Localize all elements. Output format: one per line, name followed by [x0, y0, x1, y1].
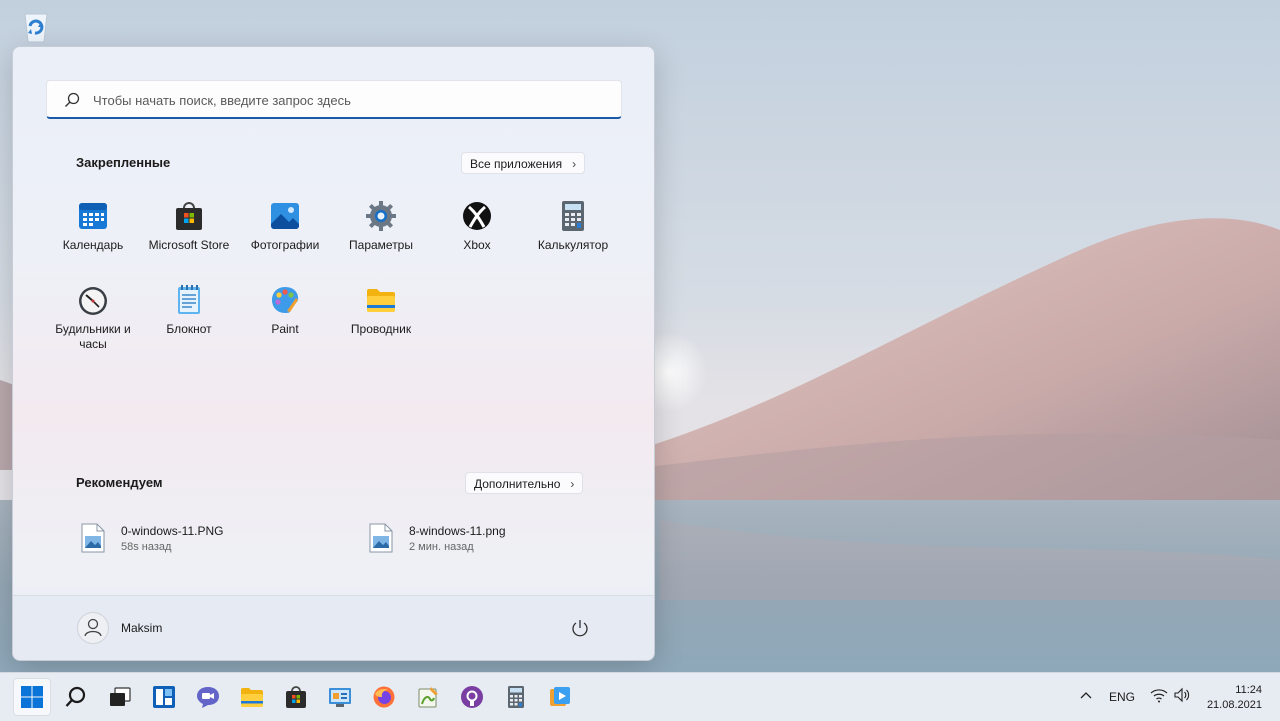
notepad-icon — [173, 284, 205, 316]
task-view-button[interactable] — [101, 678, 139, 716]
github-button[interactable] — [453, 678, 491, 716]
language-indicator[interactable]: ENG — [1109, 690, 1135, 704]
user-icon — [84, 618, 102, 637]
recommended-file-time: 58s назад — [121, 541, 172, 553]
folder-icon — [365, 284, 397, 316]
more-label: Дополнительно — [474, 477, 561, 491]
github-icon — [460, 685, 484, 709]
pinned-app-microsoft-store[interactable]: Microsoft Store — [141, 200, 237, 276]
notepad-plus-icon — [416, 685, 440, 709]
recommended-file-name: 0-windows-11.PNG — [121, 524, 224, 538]
media-player-icon — [548, 685, 572, 709]
search-icon — [64, 685, 88, 709]
paint-icon — [269, 284, 301, 316]
pinned-app-notepad[interactable]: Блокнот — [141, 284, 237, 360]
settings-icon — [365, 200, 397, 232]
store-icon — [173, 200, 205, 232]
calculator-icon — [504, 685, 528, 709]
pinned-app-settings[interactable]: Параметры — [333, 200, 429, 276]
avatar[interactable] — [77, 612, 109, 644]
app-label: Параметры — [349, 238, 413, 252]
app-label: Блокнот — [166, 322, 212, 336]
app-label: Фотографии — [250, 238, 320, 252]
file-explorer-button[interactable] — [233, 678, 271, 716]
app-label: Проводник — [350, 322, 412, 336]
wifi-icon[interactable] — [1150, 687, 1168, 708]
taskbar-store-button[interactable] — [277, 678, 315, 716]
image-file-icon — [81, 523, 105, 553]
app-label: Xbox — [463, 238, 491, 252]
start-menu: Закрепленные Все приложения › Календарь — [12, 46, 655, 661]
start-button[interactable] — [13, 678, 51, 716]
recommended-file-time: 2 мин. назад — [409, 541, 474, 553]
pinned-app-photos[interactable]: Фотографии — [237, 200, 333, 276]
chat-icon — [196, 685, 220, 709]
calculator-icon — [557, 200, 589, 232]
clock[interactable]: 11:24 21.08.2021 — [1207, 683, 1262, 713]
user-bar: Maksim — [13, 595, 654, 660]
taskbar-calculator-button[interactable] — [497, 678, 535, 716]
notepad-plus-button[interactable] — [409, 678, 447, 716]
search-input[interactable] — [91, 81, 615, 119]
app-label: Календарь — [62, 238, 124, 252]
pinned-app-calendar[interactable]: Календарь — [45, 200, 141, 276]
recommended-title: Рекомендуем — [76, 475, 163, 490]
control-panel-button[interactable] — [321, 678, 359, 716]
chevron-right-icon: › — [572, 157, 577, 171]
app-label: Microsoft Store — [148, 238, 230, 252]
pinned-app-paint[interactable]: Paint — [237, 284, 333, 360]
calendar-icon — [77, 200, 109, 232]
more-button[interactable]: Дополнительно › — [465, 472, 584, 494]
clock-time: 11:24 — [1235, 684, 1262, 696]
pinned-app-calculator[interactable]: Калькулятор — [525, 200, 621, 276]
volume-icon[interactable] — [1173, 687, 1191, 708]
power-icon[interactable] — [569, 617, 591, 639]
clock-date: 21.08.2021 — [1206, 699, 1262, 711]
pinned-app-file-explorer[interactable]: Проводник — [333, 284, 429, 360]
pinned-app-alarms-clock[interactable]: Будильники и часы — [45, 284, 141, 360]
all-apps-button[interactable]: Все приложения › — [461, 152, 586, 174]
recommended-file-name: 8-windows-11.png — [409, 524, 506, 538]
control-panel-icon — [328, 685, 352, 709]
firefox-button[interactable] — [365, 678, 403, 716]
firefox-icon — [372, 685, 396, 709]
taskbar: ENG 11:24 21.08.2021 — [0, 672, 1280, 721]
recommended-item[interactable]: 8-windows-11.png 2 мин. назад — [369, 519, 629, 559]
app-label: Paint — [271, 322, 299, 336]
taskbar-search-button[interactable] — [57, 678, 95, 716]
user-name[interactable]: Maksim — [121, 621, 162, 635]
tray-overflow-chevron-up-icon[interactable] — [1078, 687, 1094, 708]
recycle-bin-icon[interactable] — [16, 6, 56, 46]
store-icon — [284, 685, 308, 709]
alarm-clock-icon — [77, 284, 109, 316]
task-view-icon — [108, 685, 132, 709]
image-file-icon — [369, 523, 393, 553]
chevron-right-icon: › — [570, 477, 575, 491]
app-label: Будильники и часы — [55, 322, 131, 351]
xbox-icon — [461, 200, 493, 232]
photos-icon — [269, 200, 301, 232]
search-icon — [63, 91, 81, 109]
widgets-icon — [152, 685, 176, 709]
recommended-item[interactable]: 0-windows-11.PNG 58s назад — [81, 519, 341, 559]
pinned-title: Закрепленные — [76, 155, 171, 170]
file-explorer-icon — [240, 685, 264, 709]
widgets-button[interactable] — [145, 678, 183, 716]
start-icon — [20, 685, 44, 709]
media-player-button[interactable] — [541, 678, 579, 716]
search-box[interactable] — [46, 80, 622, 119]
all-apps-label: Все приложения — [470, 157, 563, 171]
chat-button[interactable] — [189, 678, 227, 716]
app-label: Калькулятор — [537, 238, 609, 252]
pinned-app-xbox[interactable]: Xbox — [429, 200, 525, 276]
